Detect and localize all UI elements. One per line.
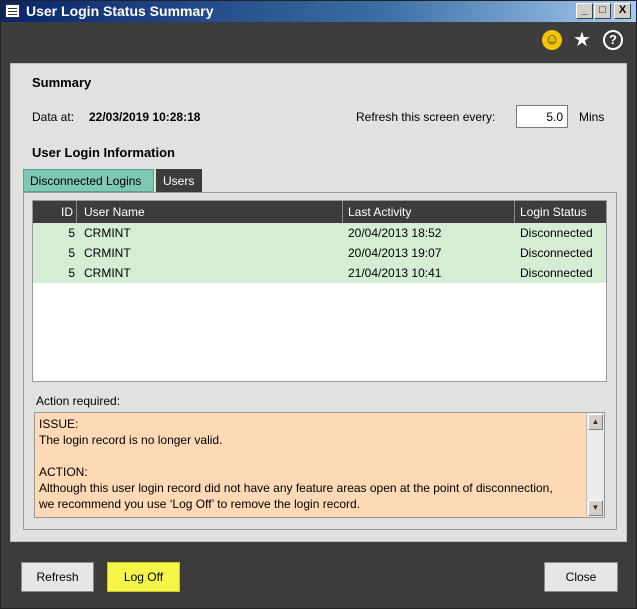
refresh-unit-label: Mins <box>579 110 605 124</box>
maximize-button[interactable]: □ <box>594 3 611 19</box>
column-header-user-name[interactable]: User Name <box>79 201 343 223</box>
user-login-information-heading: User Login Information <box>32 145 175 160</box>
data-at-value: 22/03/2019 10:28:18 <box>89 110 201 124</box>
tab-users[interactable]: Users <box>156 169 202 192</box>
table-row[interactable]: 5 CRMINT 20/04/2013 18:52 Disconnected <box>33 223 606 243</box>
refresh-button[interactable]: Refresh <box>21 562 94 592</box>
cell-user-name: CRMINT <box>84 226 131 240</box>
summary-heading: Summary <box>32 75 92 90</box>
help-icon[interactable]: ? <box>603 30 623 50</box>
column-header-last-activity[interactable]: Last Activity <box>345 201 515 223</box>
action-required-label: Action required: <box>36 394 121 408</box>
refresh-interval-label: Refresh this screen every: <box>356 110 496 124</box>
scroll-up-arrow-icon[interactable]: ▲ <box>588 414 603 430</box>
window-title: User Login Status Summary <box>26 3 214 19</box>
tab-disconnected-logins[interactable]: Disconnected Logins <box>23 169 154 192</box>
cell-user-name: CRMINT <box>84 266 131 280</box>
smiley-icon[interactable]: ☺ <box>542 30 562 50</box>
refresh-interval-input[interactable] <box>516 105 568 128</box>
column-header-login-status[interactable]: Login Status <box>517 201 606 223</box>
table-header: ID User Name Last Activity Login Status <box>33 201 606 223</box>
cell-login-status: Disconnected <box>520 246 593 260</box>
table-row[interactable]: 5 CRMINT 21/04/2013 10:41 Disconnected <box>33 263 606 283</box>
cell-login-status: Disconnected <box>520 266 593 280</box>
cell-last-activity: 21/04/2013 10:41 <box>348 266 442 280</box>
action-required-box: ISSUE: The login record is no longer val… <box>34 412 605 518</box>
disconnected-logins-table: ID User Name Last Activity Login Status … <box>32 200 607 382</box>
cell-login-status: Disconnected <box>520 226 593 240</box>
minimize-button[interactable]: _ <box>576 3 593 19</box>
star-icon[interactable]: ★ <box>572 30 592 50</box>
title-bar[interactable]: User Login Status Summary _ □ X <box>1 1 636 22</box>
cell-last-activity: 20/04/2013 19:07 <box>348 246 442 260</box>
close-button[interactable]: Close <box>544 562 618 592</box>
user-login-status-window: User Login Status Summary _ □ X ☺ ★ ? Su… <box>0 0 637 609</box>
close-window-button[interactable]: X <box>614 3 631 19</box>
action-scrollbar[interactable]: ▲ ▼ <box>586 413 604 517</box>
cell-id: 5 <box>68 246 75 260</box>
data-at-label: Data at: <box>32 110 75 124</box>
cell-user-name: CRMINT <box>84 246 131 260</box>
scroll-down-arrow-icon[interactable]: ▼ <box>588 500 603 516</box>
window-app-icon <box>5 4 20 18</box>
column-header-id[interactable]: ID <box>33 201 77 223</box>
log-off-button[interactable]: Log Off <box>107 562 180 592</box>
cell-id: 5 <box>68 266 75 280</box>
cell-last-activity: 20/04/2013 18:52 <box>348 226 442 240</box>
table-row[interactable]: 5 CRMINT 20/04/2013 19:07 Disconnected <box>33 243 606 263</box>
action-required-text: ISSUE: The login record is no longer val… <box>39 417 553 511</box>
cell-id: 5 <box>68 226 75 240</box>
